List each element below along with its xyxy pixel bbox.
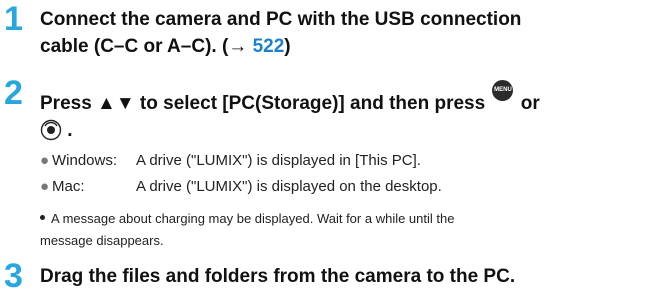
step-number: 3 xyxy=(4,257,23,295)
page-link[interactable]: 522 xyxy=(253,36,285,57)
step-1-line-1: Connect the camera and PC with the USB c… xyxy=(40,9,522,30)
control-dial-press-icon xyxy=(40,119,62,149)
step-2-end: . xyxy=(67,120,73,141)
step-2-or: or xyxy=(520,93,540,114)
step-text: Connect the camera and PC with the USB c… xyxy=(40,6,640,60)
os-label: Windows: xyxy=(52,152,118,169)
os-label: Mac: xyxy=(52,178,85,195)
step-number: 1 xyxy=(4,0,23,38)
bullet-dot: ● xyxy=(40,178,50,195)
step-1-line-2-end: ) xyxy=(284,36,291,57)
menu-set-button-icon: MENU SET xyxy=(492,80,514,114)
step-text: Press ▲▼ to select [PC(Storage)] and the… xyxy=(40,80,640,149)
step-number: 2 xyxy=(4,74,23,112)
note-line-2: message disappears. xyxy=(40,233,164,248)
bullet-mac: ● Mac: A drive ("LUMIX") is displayed on t… xyxy=(40,177,442,197)
step-text: Drag the files and folders from the came… xyxy=(40,266,516,287)
bullet-text: A drive ("LUMIX") is displayed on the de… xyxy=(136,178,442,195)
step-2-line-1: Press ▲▼ to select [PC(Storage)] and the… xyxy=(40,93,486,114)
note-bullet xyxy=(40,215,45,220)
bullet-text: A drive ("LUMIX") is displayed in [This … xyxy=(136,152,421,169)
bullet-windows: ● Windows: A drive ("LUMIX") is displayed … xyxy=(40,151,421,171)
step-1-line-2: cable (C–C or A–C). (→ xyxy=(40,36,253,57)
bullet-dot: ● xyxy=(40,152,50,169)
note-line-1: A message about charging may be displaye… xyxy=(51,211,455,226)
charging-note: A message about charging may be displaye… xyxy=(40,208,620,252)
